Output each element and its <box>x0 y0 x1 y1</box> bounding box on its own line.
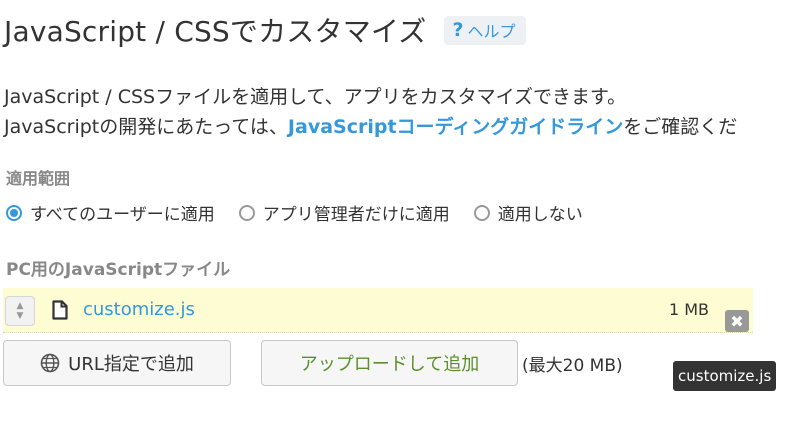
radio-admins-only[interactable]: アプリ管理者だけに適用 <box>238 200 450 225</box>
scope-label: 適用範囲 <box>6 169 71 188</box>
remove-file-button[interactable]: ✖ <box>725 310 749 332</box>
description-prefix: JavaScriptの開発にあたっては、 <box>4 116 288 138</box>
max-size-note: (最大20 MB) <box>522 356 623 376</box>
radio-button[interactable] <box>238 204 255 221</box>
question-icon: ? <box>452 18 464 41</box>
upload-add-label: アップロードして追加 <box>299 354 480 375</box>
radio-all-users[interactable]: すべてのユーザーに適用 <box>6 200 215 225</box>
radio-do-not-apply[interactable]: 適用しない <box>473 200 583 225</box>
drag-up-icon: ▲ <box>16 301 24 311</box>
file-size: 1 MB <box>668 300 709 319</box>
add-by-url-label: URL指定で追加 <box>68 354 194 375</box>
description-line-1: JavaScript / CSSファイルを適用して、アプリをカスタマイズできます… <box>4 86 627 108</box>
page-title: JavaScript / CSSでカスタマイズ <box>4 15 427 48</box>
file-icon <box>52 300 68 320</box>
radio-label: すべてのユーザーに適用 <box>30 205 215 225</box>
upload-add-button[interactable]: アップロードして追加 <box>261 340 518 386</box>
help-link[interactable]: ? ヘルプ <box>444 15 526 45</box>
globe-icon <box>40 353 60 373</box>
radio-label: アプリ管理者だけに適用 <box>262 205 450 225</box>
description-suffix: をご確認くだ <box>623 116 738 138</box>
help-label: ヘルプ <box>467 21 516 41</box>
scope-radio-group: すべてのユーザーに適用 アプリ管理者だけに適用 適用しない <box>6 200 607 225</box>
file-list-item: ▲ ▼ customize.js 1 MB <box>3 288 753 333</box>
file-name-tooltip: customize.js <box>673 361 777 391</box>
radio-button[interactable] <box>473 204 490 221</box>
pc-javascript-label: PC用のJavaScriptファイル <box>6 260 231 280</box>
add-by-url-button[interactable]: URL指定で追加 <box>3 340 231 386</box>
drag-handle-icon[interactable]: ▲ ▼ <box>5 296 35 326</box>
coding-guideline-link[interactable]: JavaScriptコーディングガイドライン <box>288 116 623 138</box>
customize-page: JavaScript / CSSでカスタマイズ ? ヘルプ JavaScript… <box>0 0 810 429</box>
radio-button-selected[interactable] <box>6 204 22 221</box>
file-name-link[interactable]: customize.js <box>83 299 195 320</box>
title-row: JavaScript / CSSでカスタマイズ ? ヘルプ <box>4 10 526 50</box>
description-line-2: JavaScriptの開発にあたっては、JavaScriptコーディングガイドラ… <box>4 112 737 139</box>
close-icon: ✖ <box>730 311 744 331</box>
drag-down-icon: ▼ <box>16 311 24 321</box>
radio-label: 適用しない <box>497 205 583 225</box>
